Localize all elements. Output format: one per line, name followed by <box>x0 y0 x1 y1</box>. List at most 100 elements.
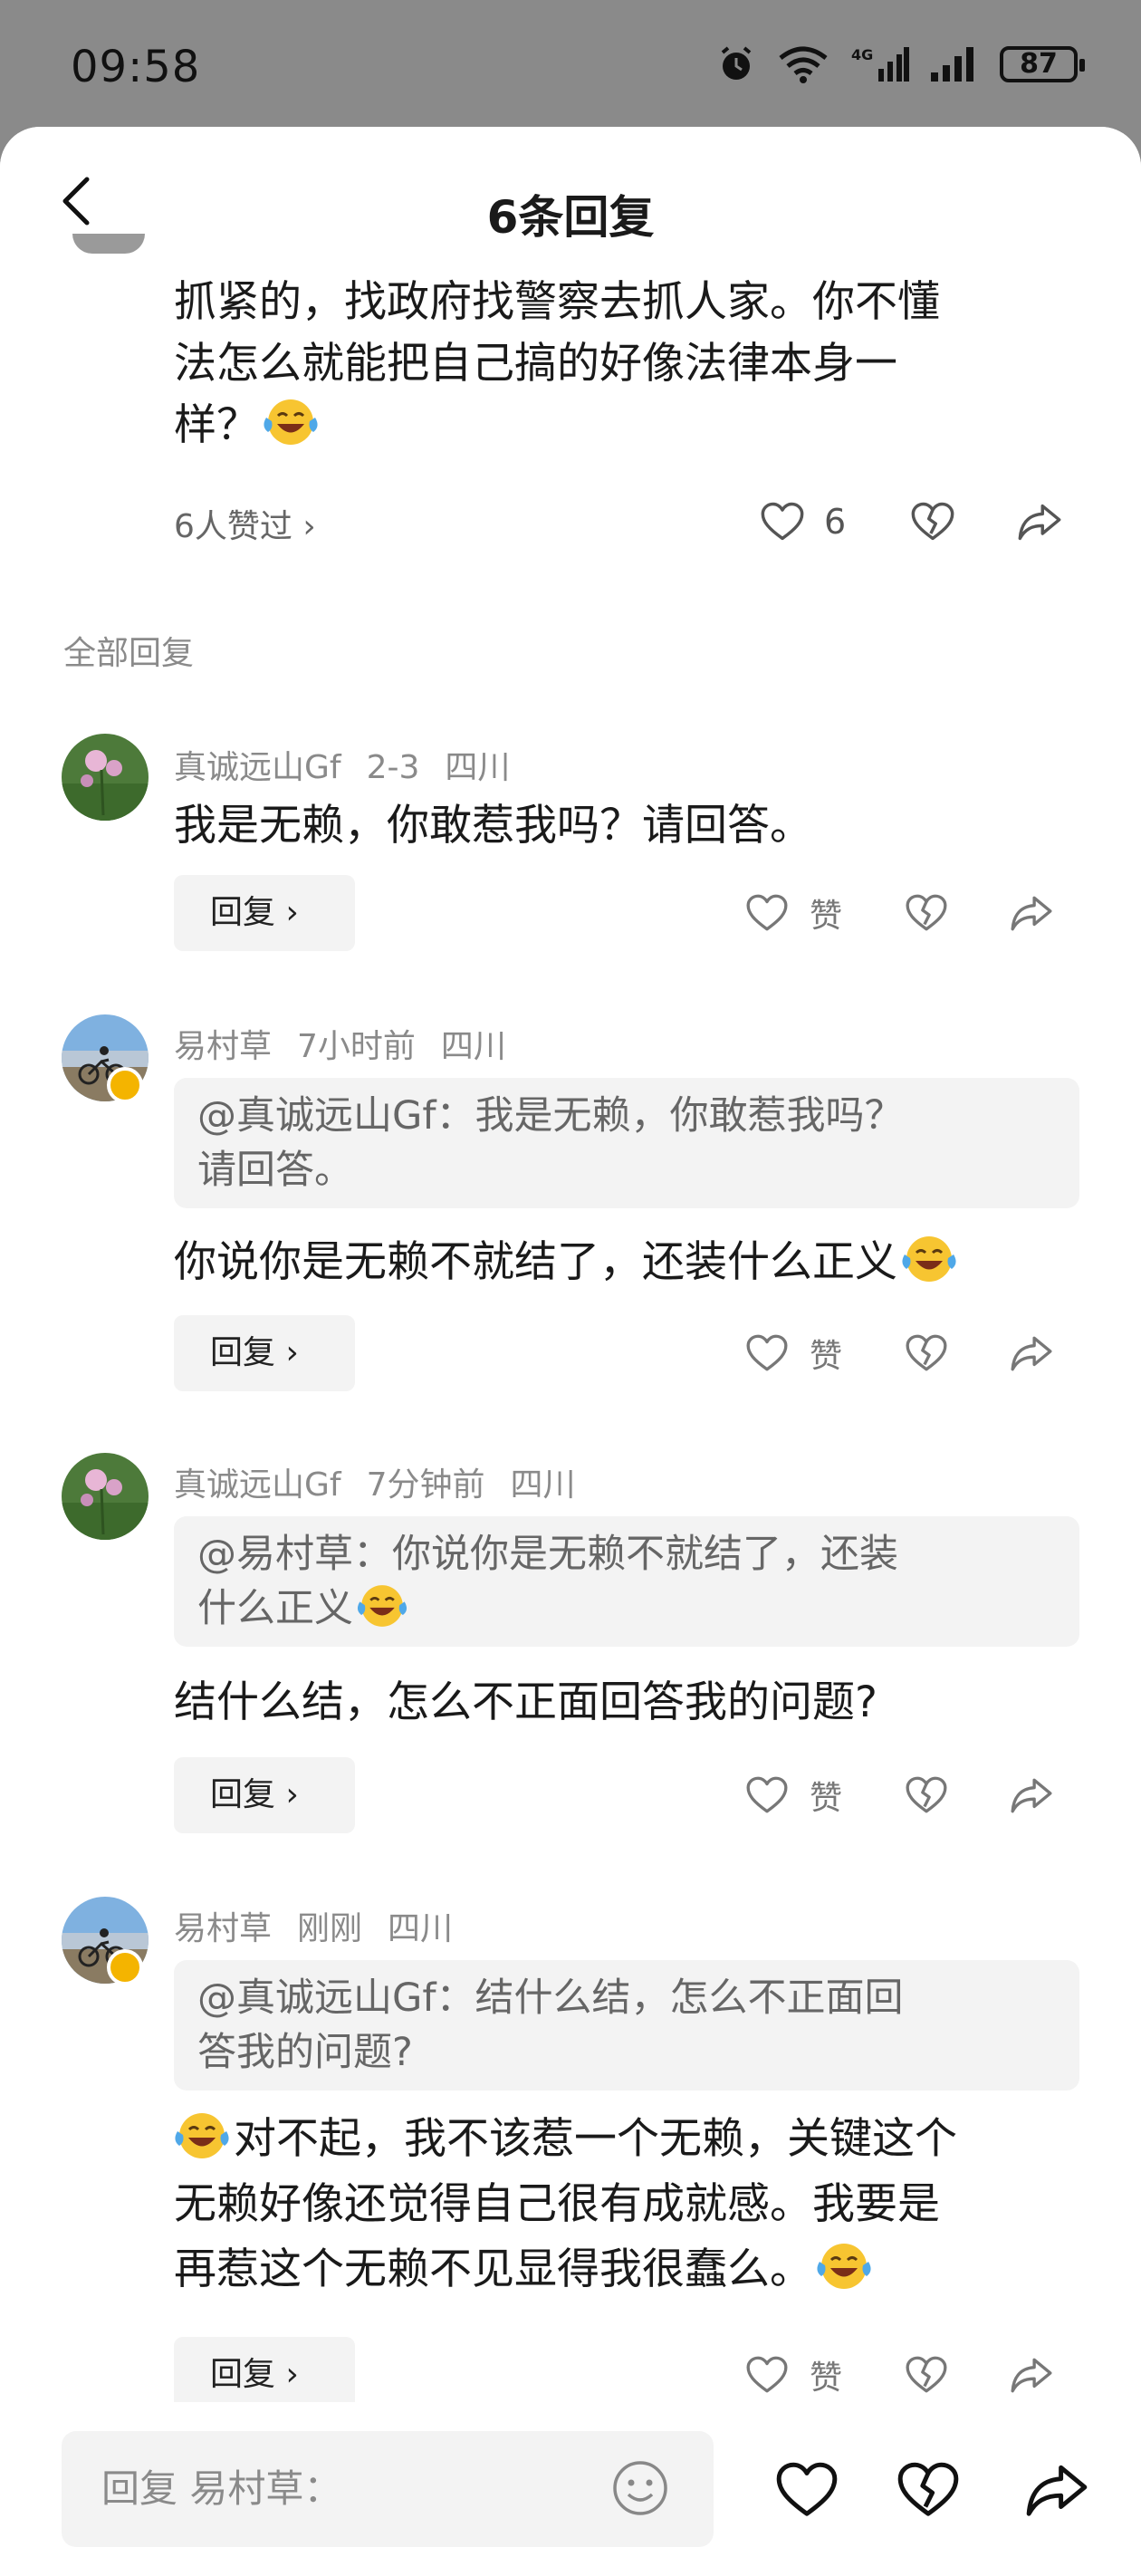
heart-icon <box>744 1773 790 1818</box>
liked-by-link[interactable]: 6人赞过 › <box>174 500 316 547</box>
username[interactable]: 真诚远山Gf <box>174 749 341 786</box>
like-button[interactable]: 赞 <box>744 1772 842 1819</box>
like-label: 赞 <box>810 1338 843 1375</box>
reply-button[interactable]: 回复 › <box>174 1315 355 1391</box>
heart-icon[interactable] <box>773 2456 840 2523</box>
dislike-icon[interactable] <box>904 1773 949 1818</box>
reply-actions: 赞 <box>744 889 1054 937</box>
share-icon[interactable] <box>1009 1773 1054 1818</box>
username[interactable]: 易村草 <box>174 1910 272 1947</box>
timestamp: 2-3 <box>366 749 420 786</box>
location: 四川 <box>510 1466 576 1504</box>
heart-icon <box>744 1331 790 1376</box>
avatar <box>72 234 145 254</box>
location: 四川 <box>445 749 511 786</box>
reply-meta: 真诚远山Gf 7分钟前 四川 <box>174 1458 601 1505</box>
main-comment-line-text: 样？ <box>174 400 259 450</box>
verified-badge-icon <box>107 1067 143 1103</box>
like-button[interactable]: 赞 <box>744 2351 842 2398</box>
quote-line: 请回答。 <box>197 1148 353 1193</box>
reply-button[interactable]: 回复 › <box>174 1757 355 1833</box>
dislike-icon[interactable] <box>895 2456 962 2523</box>
timestamp: 7小时前 <box>297 1028 416 1065</box>
username[interactable]: 易村草 <box>174 1028 272 1065</box>
main-comment-text: 抓紧的，找政府找警察去抓人家。你不懂 法怎么就能把自己搞的好像法律本身一 样？ <box>174 272 1079 457</box>
main-comment-line: 法怎么就能把自己搞的好像法律本身一 <box>174 339 897 389</box>
like-button[interactable]: 6 <box>759 498 846 545</box>
timestamp: 刚刚 <box>297 1910 363 1947</box>
avatar[interactable] <box>62 1453 149 1540</box>
username[interactable]: 真诚远山Gf <box>174 1466 341 1504</box>
quote-line: @易村草：你说你是无赖不就结了，还装 <box>197 1532 898 1577</box>
main-comment-actions: 6 <box>759 498 1063 545</box>
replies-sheet: 6条回复 抓紧的，找政府找警察去抓人家。你不懂 法怎么就能把自己搞的好像法律本身… <box>0 127 1141 2576</box>
like-label: 赞 <box>810 2360 843 2397</box>
reply-text: 结什么结，怎么不正面回答我的问题? <box>174 1677 877 1727</box>
avatar[interactable] <box>62 734 149 821</box>
verified-badge-icon <box>107 1949 143 1985</box>
reply-actions: 赞 <box>744 1330 1054 1377</box>
laughing-crying-emoji-icon <box>170 2110 234 2162</box>
heart-icon <box>744 890 790 936</box>
header: 6条回复 <box>0 127 1141 254</box>
reply-text-content: 你说你是无赖不就结了，还装什么正义 <box>174 1237 897 1287</box>
section-label: 全部回复 <box>63 635 195 672</box>
share-icon[interactable] <box>1009 1331 1054 1376</box>
share-icon[interactable] <box>1016 498 1063 545</box>
reply-button[interactable]: 回复 › <box>174 875 355 951</box>
reply-actions: 赞 <box>744 1772 1054 1819</box>
timestamp: 7分钟前 <box>366 1466 485 1504</box>
quote-line: @真诚远山Gf：结什么结，怎么不正面回 <box>197 1975 904 2021</box>
status-time: 09:58 <box>71 42 201 92</box>
reply-meta: 易村草 7小时前 四川 <box>174 1020 532 1067</box>
avatar-image <box>62 734 149 821</box>
dislike-icon[interactable] <box>904 890 949 936</box>
battery-indicator: 87 <box>1000 46 1085 82</box>
avatar-image <box>62 1453 149 1540</box>
quote-line: 什么正义 <box>197 1581 1056 1636</box>
status-bar: 09:58 4G 87 <box>0 0 1141 127</box>
share-icon[interactable] <box>1009 2352 1054 2398</box>
quoted-reply[interactable]: @易村草：你说你是无赖不就结了，还装 什么正义 <box>174 1516 1079 1647</box>
quote-line: 答我的问题? <box>197 2030 413 2075</box>
like-count: 6 <box>824 502 847 542</box>
heart-icon <box>759 498 806 545</box>
reply-text: 你说你是无赖不就结了，还装什么正义 <box>174 1230 1079 1295</box>
quoted-reply[interactable]: @真诚远山Gf：结什么结，怎么不正面回 答我的问题? <box>174 1960 1079 2091</box>
svg-text:4G: 4G <box>851 46 873 63</box>
like-button[interactable]: 赞 <box>744 889 842 937</box>
heart-icon <box>744 2352 790 2398</box>
signal-icon <box>931 47 973 82</box>
wifi-icon <box>779 46 828 83</box>
laughing-crying-emoji-icon <box>353 1581 411 1630</box>
reply-text-line-content: 再惹这个无赖不见显得我很蠢么。 <box>174 2244 812 2294</box>
laughing-crying-emoji-icon <box>812 2240 876 2292</box>
share-icon[interactable] <box>1009 890 1054 936</box>
alarm-icon <box>721 46 752 80</box>
quote-line: @真诚远山Gf：我是无赖，你敢惹我吗？ <box>197 1093 904 1139</box>
dislike-icon[interactable] <box>904 2352 949 2398</box>
status-icons: 4G 87 <box>717 45 1085 83</box>
dislike-icon[interactable] <box>909 498 956 545</box>
location: 四川 <box>388 1910 454 1947</box>
page-title: 6条回复 <box>486 191 655 244</box>
reply-text-line-content: 对不起，我不该惹一个无赖，关键这个 <box>234 2114 957 2164</box>
reply-text-line: 再惹这个无赖不见显得我很蠢么。 <box>174 2237 1079 2302</box>
share-icon[interactable] <box>1023 2456 1090 2523</box>
laughing-crying-emoji-icon <box>259 396 322 448</box>
reply-text: 我是无赖，你敢惹我吗？请回答。 <box>174 801 812 851</box>
reply-meta: 真诚远山Gf 2-3 四川 <box>174 741 535 788</box>
dislike-icon[interactable] <box>904 1331 949 1376</box>
like-button[interactable]: 赞 <box>744 1330 842 1377</box>
emoji-picker-icon[interactable] <box>610 2458 670 2518</box>
bottom-bar: 回复 易村草： <box>0 2402 1141 2576</box>
quote-line-text: 什么正义 <box>197 1586 353 1631</box>
quoted-reply[interactable]: @真诚远山Gf：我是无赖，你敢惹我吗？ 请回答。 <box>174 1078 1079 1208</box>
location: 四川 <box>440 1028 506 1065</box>
signal-4g-icon: 4G <box>851 46 909 82</box>
reply-text-line: 无赖好像还觉得自己很有成就感。我要是 <box>174 2179 940 2229</box>
main-comment-line: 样？ <box>174 395 1079 457</box>
reply-text: 对不起，我不该惹一个无赖，关键这个 无赖好像还觉得自己很有成就感。我要是 再惹这… <box>174 2107 1079 2302</box>
like-label: 赞 <box>810 898 843 935</box>
reply-actions: 赞 <box>744 2351 1054 2398</box>
